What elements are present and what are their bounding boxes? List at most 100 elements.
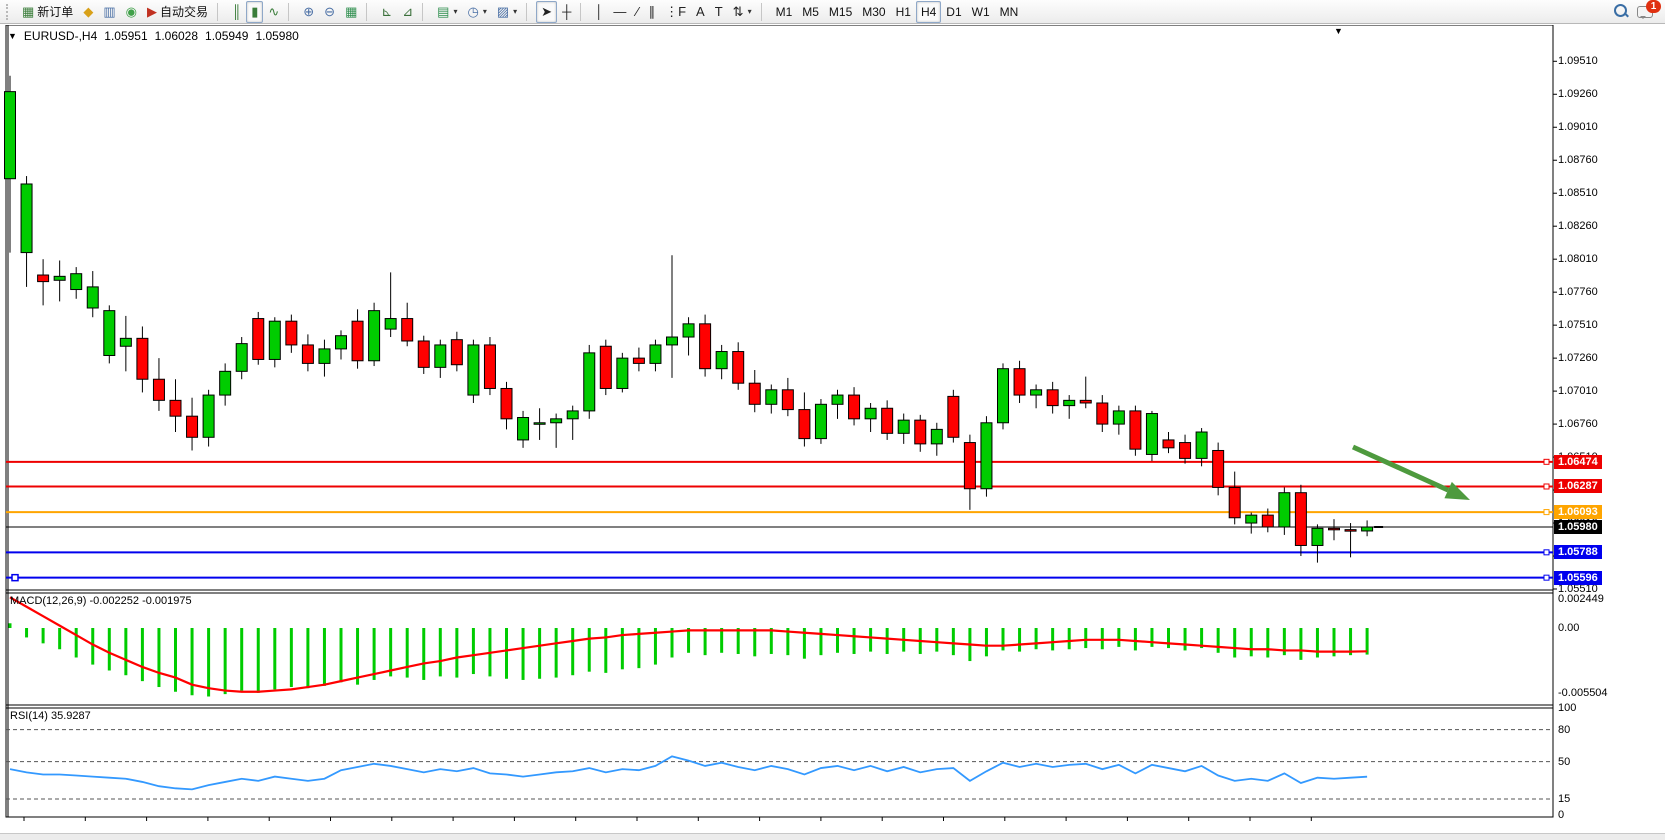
candle-body[interactable]: [733, 352, 744, 384]
candle-body[interactable]: [1130, 411, 1141, 449]
candle-body[interactable]: [1213, 450, 1224, 487]
indicators-icon-caret[interactable]: ▾: [513, 7, 517, 16]
candle-body[interactable]: [716, 352, 727, 369]
candle-body[interactable]: [54, 276, 65, 280]
candle-body[interactable]: [1229, 487, 1240, 517]
search-icon[interactable]: [1614, 4, 1629, 19]
candle-body[interactable]: [650, 345, 661, 363]
candle-body[interactable]: [1345, 530, 1356, 532]
candle-body[interactable]: [71, 274, 82, 290]
new-order-button[interactable]: ▦新订单: [17, 1, 78, 23]
candle-body[interactable]: [5, 92, 16, 179]
candle-body[interactable]: [1312, 528, 1323, 545]
pivot-line-right-handle[interactable]: [1544, 510, 1549, 515]
candle-body[interactable]: [269, 321, 280, 359]
candle-body[interactable]: [832, 395, 843, 404]
candle-body[interactable]: [1113, 411, 1124, 424]
candle-body[interactable]: [1047, 390, 1058, 406]
candle-body[interactable]: [352, 321, 363, 361]
candle-body[interactable]: [849, 395, 860, 419]
candle-body[interactable]: [700, 324, 711, 369]
candle-body[interactable]: [468, 345, 479, 395]
candle-body[interactable]: [253, 319, 264, 360]
channel-icon[interactable]: ∥: [644, 1, 661, 23]
candle-body[interactable]: [302, 345, 313, 363]
text-label-icon[interactable]: T: [710, 1, 728, 23]
chart-canvas[interactable]: [0, 25, 1665, 833]
candle-body[interactable]: [799, 410, 810, 439]
text-icon[interactable]: A: [691, 1, 710, 23]
candle-body[interactable]: [617, 358, 628, 388]
candle-body[interactable]: [633, 358, 644, 363]
candle-body[interactable]: [385, 319, 396, 330]
candle-body[interactable]: [915, 420, 926, 444]
trend-arrow-line[interactable]: [1353, 447, 1448, 490]
bar-chart-icon[interactable]: ║: [227, 1, 246, 23]
zoom-out-icon[interactable]: ⊖: [319, 1, 340, 23]
candle-body[interactable]: [1295, 493, 1306, 546]
trend-arrow-head[interactable]: [1444, 482, 1470, 500]
candle-body[interactable]: [1014, 369, 1025, 395]
candle-body[interactable]: [435, 345, 446, 367]
indicators-icon[interactable]: ▨▾: [492, 1, 522, 23]
timeframe-m1[interactable]: M1: [771, 1, 798, 23]
candle-body[interactable]: [600, 346, 611, 388]
candle-body[interactable]: [87, 287, 98, 308]
candle-body[interactable]: [683, 324, 694, 337]
candle-body[interactable]: [782, 390, 793, 410]
support-line-2-right-handle[interactable]: [1544, 575, 1549, 580]
candle-body[interactable]: [484, 345, 495, 389]
support-line-1-right-handle[interactable]: [1544, 550, 1549, 555]
timeframe-h1[interactable]: H1: [891, 1, 916, 23]
candle-body[interactable]: [120, 338, 131, 346]
horizontal-line-icon[interactable]: —: [608, 1, 631, 23]
candle-body[interactable]: [998, 369, 1009, 423]
tile-windows-icon[interactable]: ▦: [340, 1, 362, 23]
market-watch-icon[interactable]: ▥: [98, 1, 120, 23]
candle-body[interactable]: [882, 408, 893, 433]
candle-body[interactable]: [1362, 527, 1373, 531]
resistance-line-2-right-handle[interactable]: [1544, 484, 1549, 489]
candle-body[interactable]: [948, 396, 959, 437]
candle-body[interactable]: [319, 349, 330, 364]
candle-body[interactable]: [236, 344, 247, 372]
candle-body[interactable]: [931, 429, 942, 444]
candle-body[interactable]: [815, 404, 826, 438]
candle-body[interactable]: [286, 321, 297, 345]
autotrading-button[interactable]: ▶自动交易: [142, 1, 213, 23]
candle-body[interactable]: [451, 340, 462, 365]
vertical-line-icon[interactable]: │: [590, 1, 608, 23]
candle-body[interactable]: [402, 319, 413, 341]
candle-body[interactable]: [104, 311, 115, 356]
toolbar-grip[interactable]: [6, 4, 13, 20]
candle-body[interactable]: [1080, 400, 1091, 403]
timeframe-w1[interactable]: W1: [967, 1, 995, 23]
timeframe-m30[interactable]: M30: [857, 1, 890, 23]
timeframe-d1[interactable]: D1: [941, 1, 966, 23]
candle-body[interactable]: [1031, 390, 1042, 395]
candle-body[interactable]: [534, 423, 545, 425]
candle-body[interactable]: [220, 371, 231, 395]
candle-body[interactable]: [153, 379, 164, 400]
candle-body[interactable]: [1163, 440, 1174, 448]
timeframe-m5[interactable]: M5: [797, 1, 824, 23]
candle-body[interactable]: [981, 423, 992, 489]
support-line-2-left-handle[interactable]: [12, 575, 18, 581]
candle-body[interactable]: [501, 388, 512, 418]
candle-body[interactable]: [865, 408, 876, 419]
cursor-icon[interactable]: ➤: [536, 1, 557, 23]
candle-body[interactable]: [1146, 414, 1157, 455]
timeframe-m15[interactable]: M15: [824, 1, 857, 23]
candle-body[interactable]: [369, 311, 380, 361]
candle-body[interactable]: [1329, 528, 1340, 530]
candle-body[interactable]: [1279, 493, 1290, 527]
timeframe-h4[interactable]: H4: [916, 1, 941, 23]
candle-body[interactable]: [418, 341, 429, 367]
timeframe-mn[interactable]: MN: [995, 1, 1024, 23]
trendline-icon[interactable]: ∕: [631, 1, 643, 23]
candle-body[interactable]: [551, 419, 562, 423]
candle-body[interactable]: [21, 184, 32, 253]
candle-body[interactable]: [1196, 432, 1207, 458]
candle-body[interactable]: [766, 390, 777, 405]
candle-body[interactable]: [1097, 403, 1108, 424]
